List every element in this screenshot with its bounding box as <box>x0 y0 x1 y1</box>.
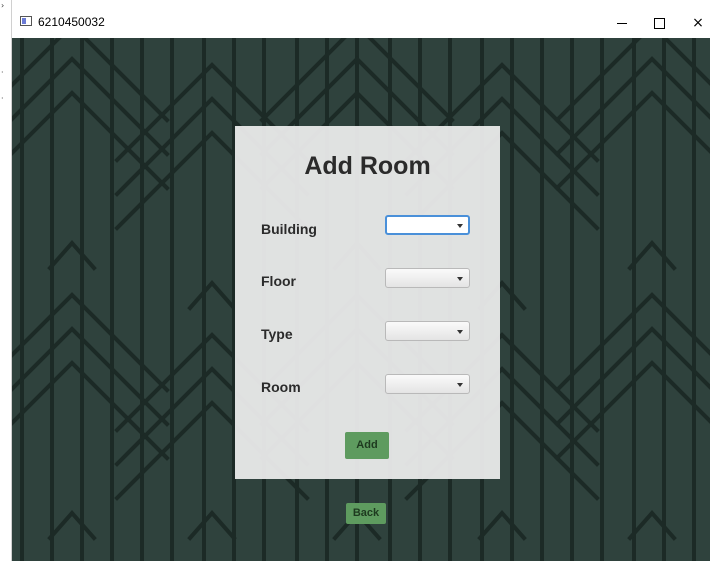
maximize-button[interactable] <box>640 9 680 37</box>
back-button[interactable]: Back <box>346 503 386 524</box>
edge-glyph-icon: · <box>1 94 4 103</box>
pattern-stroke <box>187 509 237 541</box>
add-button[interactable]: Add <box>345 432 389 459</box>
app-window: 6210450032 × Add Room Building Floor Typ… <box>12 0 710 561</box>
title-bar: 6210450032 × <box>12 0 710 38</box>
building-combo[interactable] <box>385 215 470 235</box>
pattern-stroke <box>477 509 527 541</box>
page-title: Add Room <box>304 152 431 180</box>
edge-glyph-icon: › <box>1 1 5 10</box>
chevron-down-icon <box>457 383 463 387</box>
edge-glyph-icon: · <box>1 68 4 77</box>
pattern-stroke <box>627 509 677 541</box>
chevron-down-icon <box>457 277 463 281</box>
type-label: Type <box>261 326 293 342</box>
maximize-icon <box>654 18 665 29</box>
minimize-icon <box>617 23 627 24</box>
close-button[interactable]: × <box>678 9 710 37</box>
floor-combo[interactable] <box>385 268 470 288</box>
room-label: Room <box>261 379 301 395</box>
chevron-down-icon <box>457 224 463 228</box>
close-icon: × <box>692 15 704 31</box>
background-window-edge: › · · <box>0 0 12 561</box>
chevron-down-icon <box>457 330 463 334</box>
floor-label: Floor <box>261 273 296 289</box>
pattern-stroke <box>187 279 237 311</box>
scene-content: Add Room Building Floor Type Room Add Ba… <box>12 38 710 561</box>
pattern-stroke <box>627 239 677 271</box>
add-room-card: Add Room Building Floor Type Room Add <box>235 126 500 479</box>
minimize-button[interactable] <box>602 9 642 37</box>
window-title: 6210450032 <box>38 15 105 29</box>
pattern-stroke <box>47 239 97 271</box>
pattern-stroke <box>47 509 97 541</box>
type-combo[interactable] <box>385 321 470 341</box>
room-combo[interactable] <box>385 374 470 394</box>
window-app-icon <box>20 16 32 26</box>
building-label: Building <box>261 221 317 237</box>
